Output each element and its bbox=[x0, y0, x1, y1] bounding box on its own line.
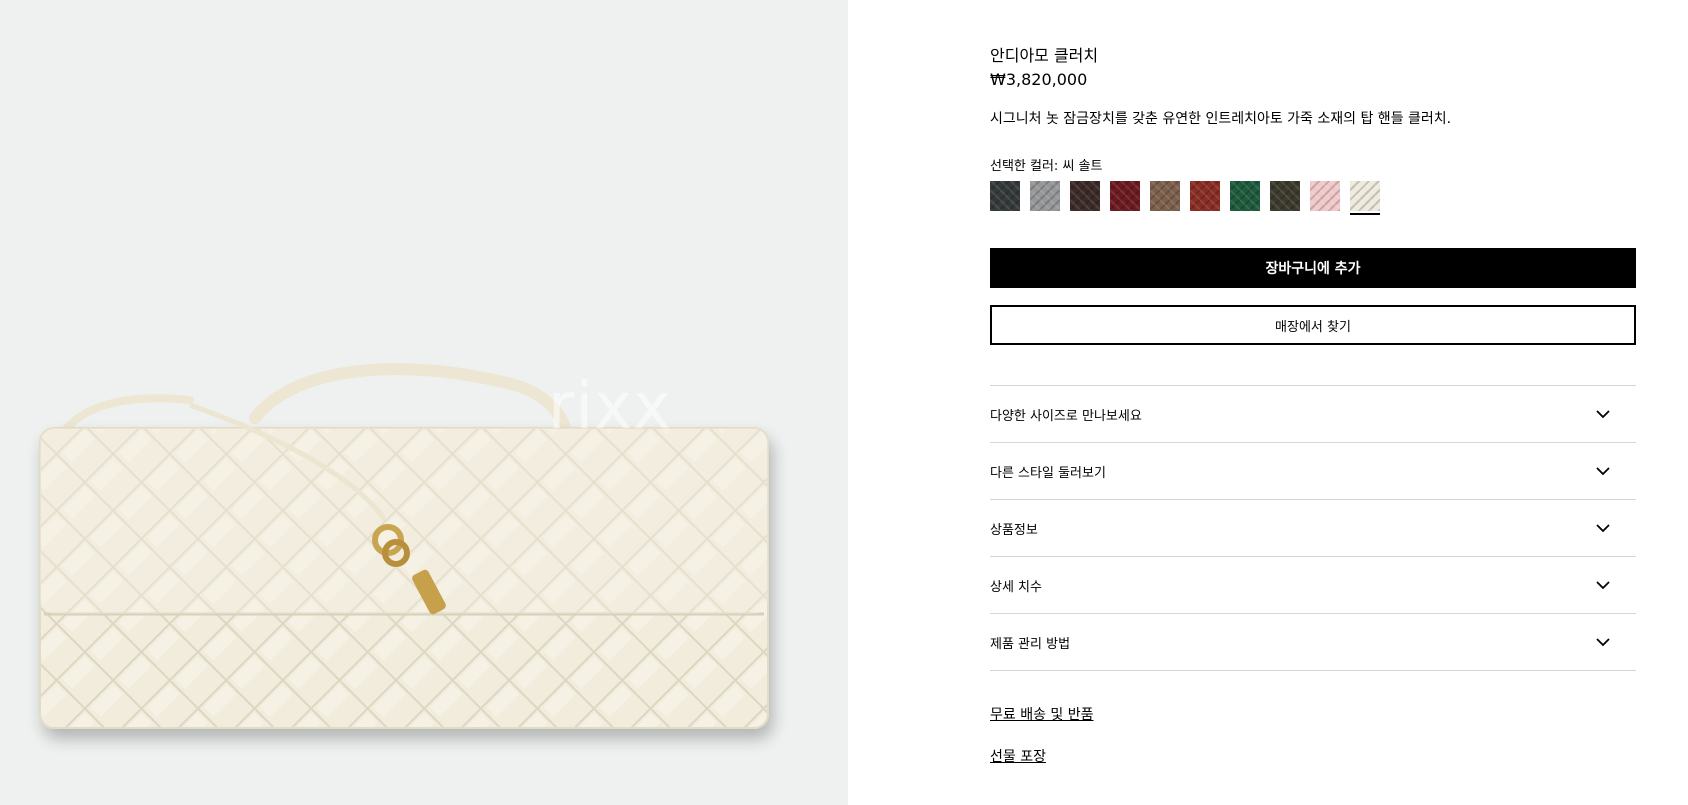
accordion-item-label: 제품 관리 방법 bbox=[990, 636, 1071, 652]
accordion-item-dimensions[interactable]: 상세 치수 bbox=[990, 557, 1636, 614]
accordion-item-care[interactable]: 제품 관리 방법 bbox=[990, 614, 1636, 671]
color-swatches bbox=[990, 181, 1380, 215]
find-in-store-button[interactable]: 매장에서 찾기 bbox=[990, 305, 1636, 345]
chevron-down-icon bbox=[1596, 466, 1610, 475]
product-image-clutch bbox=[39, 363, 769, 729]
color-swatch-black[interactable] bbox=[990, 181, 1020, 211]
color-swatch-olive[interactable] bbox=[1270, 181, 1300, 211]
chevron-down-icon bbox=[1596, 523, 1610, 532]
image-watermark: rixx bbox=[548, 370, 672, 444]
product-title: 안디아모 클러치 bbox=[990, 46, 1099, 65]
selected-color-label: 선택한 컬러: 씨 솔트 bbox=[990, 159, 1103, 174]
shipping-returns-link[interactable]: 무료 배송 및 반품 bbox=[990, 704, 1094, 724]
accordion-item-label: 상품정보 bbox=[990, 522, 1038, 538]
color-swatch-pink[interactable] bbox=[1310, 181, 1340, 211]
product-image-pane: rixx bbox=[0, 0, 848, 805]
color-swatch-red[interactable] bbox=[1190, 181, 1220, 211]
accordion-item-sizes[interactable]: 다양한 사이즈로 만나보세요 bbox=[990, 386, 1636, 443]
color-swatch-barolo[interactable] bbox=[1110, 181, 1140, 211]
chevron-down-icon bbox=[1596, 409, 1610, 418]
accordion-item-product-info[interactable]: 상품정보 bbox=[990, 500, 1636, 557]
add-to-cart-button[interactable]: 장바구니에 추가 bbox=[990, 248, 1636, 288]
chevron-down-icon bbox=[1596, 637, 1610, 646]
accordion-item-label: 다양한 사이즈로 만나보세요 bbox=[990, 408, 1142, 424]
color-swatch-grey[interactable] bbox=[1030, 181, 1060, 211]
product-info-pane: 안디아모 클러치 ₩3,820,000 시그니처 놋 잠금장치를 갖춘 유연한 … bbox=[990, 0, 1636, 805]
product-price: ₩3,820,000 bbox=[990, 70, 1088, 89]
gift-wrap-link[interactable]: 선물 포장 bbox=[990, 746, 1046, 766]
accordion-item-other-styles[interactable]: 다른 스타일 둘러보기 bbox=[990, 443, 1636, 500]
product-description: 시그니처 놋 잠금장치를 갖춘 유연한 인트레치아토 가죽 소재의 탑 핸들 클… bbox=[990, 111, 1452, 127]
color-swatch-fondant[interactable] bbox=[1070, 181, 1100, 211]
color-swatch-emerald[interactable] bbox=[1230, 181, 1260, 211]
accordion-item-label: 상세 치수 bbox=[990, 579, 1042, 595]
color-swatch-sea-salt[interactable] bbox=[1350, 181, 1380, 215]
accordion-item-label: 다른 스타일 둘러보기 bbox=[990, 465, 1106, 481]
chevron-down-icon bbox=[1596, 580, 1610, 589]
accordion: 다양한 사이즈로 만나보세요 다른 스타일 둘러보기 상품정보 상세 치수 제품… bbox=[990, 385, 1636, 671]
color-swatch-taupe[interactable] bbox=[1150, 181, 1180, 211]
